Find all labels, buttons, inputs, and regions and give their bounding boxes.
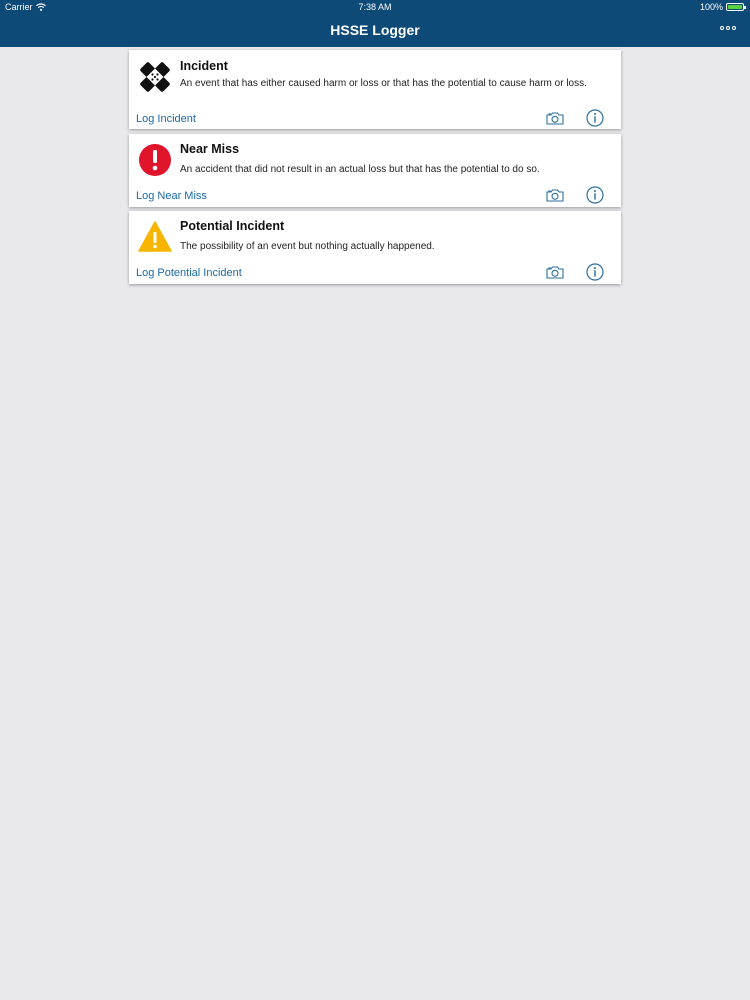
more-dots-icon xyxy=(726,26,730,30)
potential-incident-card: Potential Incident The possibility of an… xyxy=(129,211,621,284)
log-incident-link[interactable]: Log Incident xyxy=(136,113,196,125)
page-title: HSSE Logger xyxy=(330,22,420,38)
log-potential-incident-link[interactable]: Log Potential Incident xyxy=(136,267,242,279)
more-dots-icon xyxy=(720,26,724,30)
potential-incident-title: Potential Incident xyxy=(180,219,285,233)
incident-card: Incident An event that has either caused… xyxy=(129,50,621,129)
status-time: 7:38 AM xyxy=(358,2,392,12)
warning-triangle-icon xyxy=(138,221,172,252)
bandage-icon xyxy=(140,62,170,92)
camera-icon[interactable] xyxy=(546,265,564,279)
status-battery-area: 100% xyxy=(699,2,746,12)
navigation-bar: Carrier 7:38 AM 100% HSSE Logger xyxy=(0,0,750,47)
info-icon[interactable] xyxy=(586,263,604,281)
near-miss-description: An accident that did not result in an ac… xyxy=(180,164,540,175)
battery-tip xyxy=(744,6,746,9)
camera-icon[interactable] xyxy=(546,111,564,125)
near-miss-title: Near Miss xyxy=(180,142,240,156)
potential-incident-description: The possibility of an event but nothing … xyxy=(180,241,435,252)
battery-percent: 100% xyxy=(699,2,723,12)
camera-icon[interactable] xyxy=(546,188,564,202)
info-icon[interactable] xyxy=(586,186,604,204)
info-icon[interactable] xyxy=(586,109,604,127)
more-options-button[interactable] xyxy=(720,26,736,30)
incident-title: Incident xyxy=(180,59,228,73)
incident-description: An event that has either caused harm or … xyxy=(180,78,587,89)
near-miss-card: Near Miss An accident that did not resul… xyxy=(129,134,621,207)
more-dots-icon xyxy=(732,26,736,30)
battery-level-fill xyxy=(728,5,742,9)
battery-icon xyxy=(726,3,746,11)
exclamation-circle-icon xyxy=(139,144,171,176)
log-near-miss-link[interactable]: Log Near Miss xyxy=(136,190,207,202)
